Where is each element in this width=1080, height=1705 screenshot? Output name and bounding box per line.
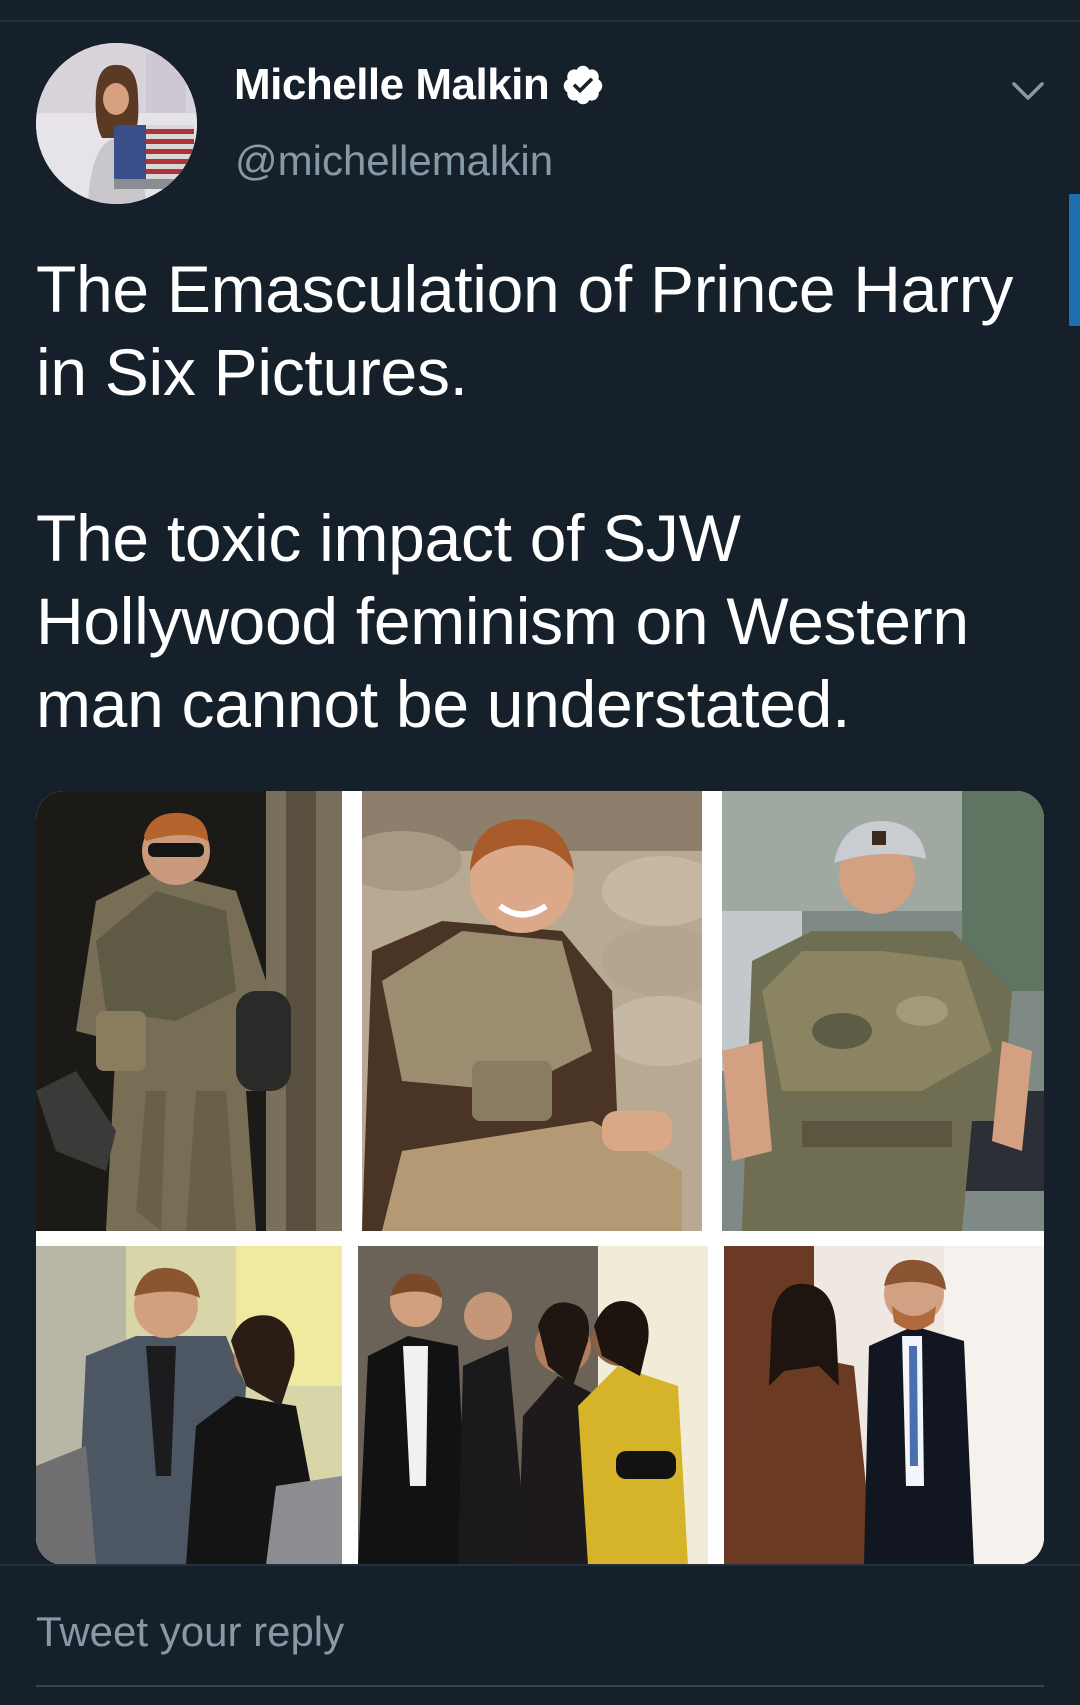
- avatar-photo: [36, 43, 197, 204]
- reply-input[interactable]: Tweet your reply: [36, 1608, 344, 1656]
- tweet-paragraph: The Emasculation of Prince Harry in Six …: [36, 252, 1014, 409]
- tweet-text: The Emasculation of Prince Harry in Six …: [36, 248, 1046, 746]
- photo-event-1[interactable]: [36, 1246, 342, 1565]
- scroll-indicator[interactable]: [1069, 194, 1080, 326]
- photo-military-3[interactable]: [722, 791, 1044, 1231]
- top-divider: [0, 20, 1080, 22]
- avatar[interactable]: [36, 43, 197, 204]
- photo-military-1[interactable]: [36, 791, 342, 1231]
- media-grid[interactable]: [36, 791, 1044, 1565]
- author-handle[interactable]: @michellemalkin: [235, 137, 553, 185]
- photo-military-2[interactable]: [362, 791, 702, 1231]
- author-name-row[interactable]: Michelle Malkin: [234, 60, 605, 110]
- author-display-name[interactable]: Michelle Malkin: [234, 60, 550, 110]
- tweet-paragraph: The toxic impact of SJW Hollywood femini…: [36, 501, 969, 741]
- chevron-down-icon[interactable]: [1008, 70, 1048, 110]
- reply-underline: [36, 1685, 1044, 1687]
- photo-event-2[interactable]: [358, 1246, 708, 1565]
- verified-badge-icon: [564, 65, 603, 105]
- photo-event-3[interactable]: [724, 1246, 1044, 1565]
